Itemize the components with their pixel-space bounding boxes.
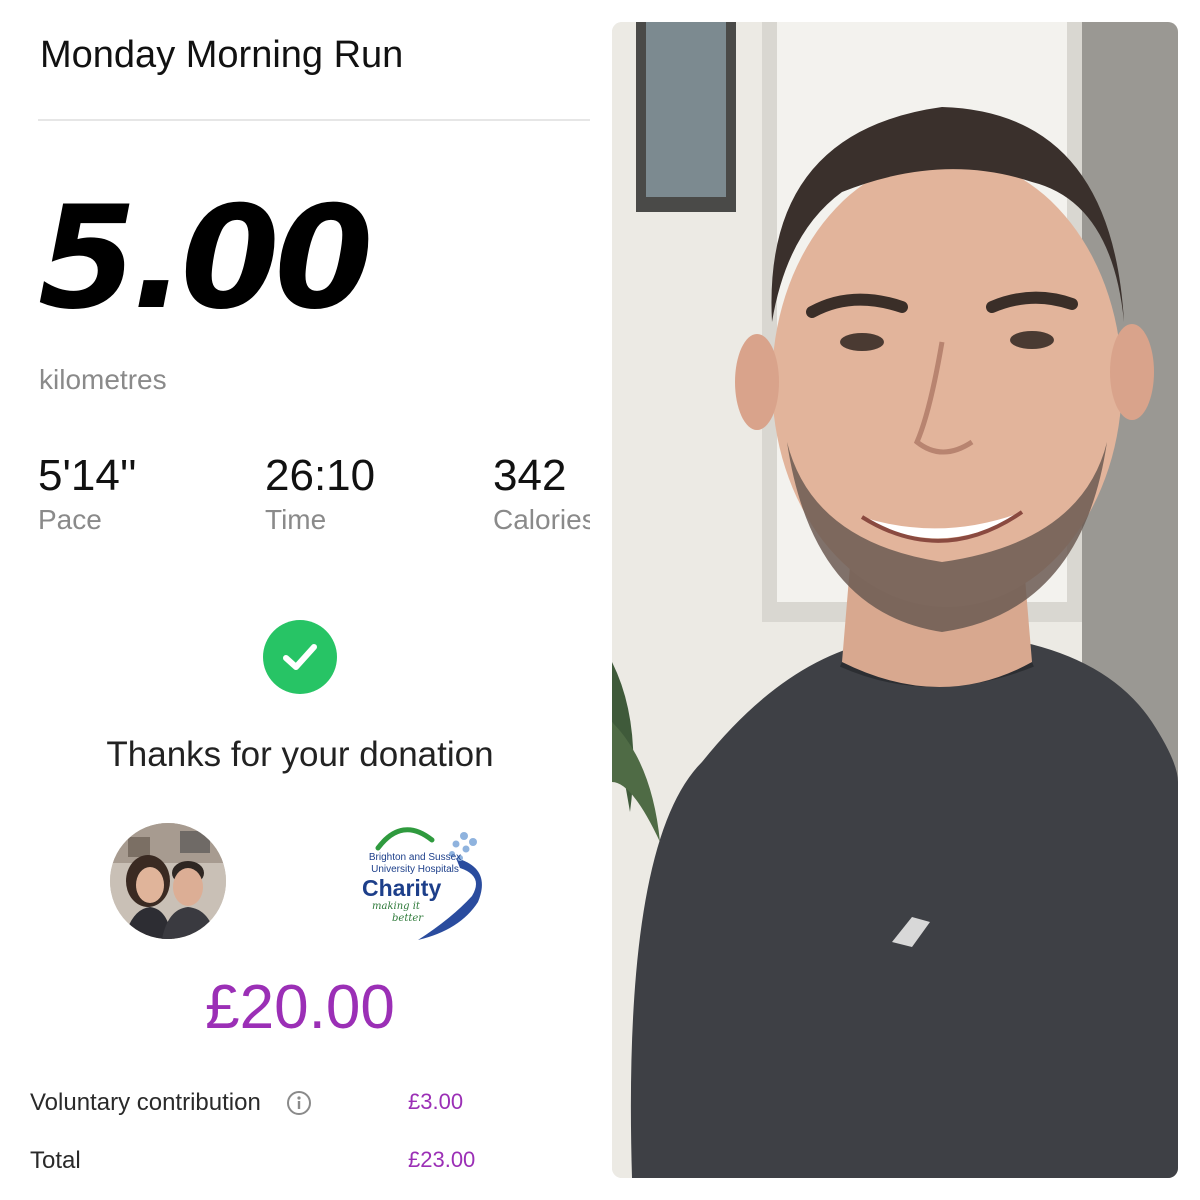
total-row: Total £23.00 <box>30 1147 500 1183</box>
stat-time-label: Time <box>265 504 327 535</box>
total-label: Total <box>30 1147 81 1174</box>
stat-calories: 342 Calories <box>493 450 590 538</box>
distance-unit: kilometres <box>39 364 167 395</box>
info-icon[interactable] <box>286 1090 312 1121</box>
run-summary-panel: Monday Morning Run 5.00 kilometres 5'14'… <box>0 0 600 1200</box>
thanks-message: Thanks for your donation <box>106 735 494 774</box>
stat-time: 26:10 Time <box>265 450 375 538</box>
donation-amount: £20.00 <box>205 973 395 1042</box>
charity-name: Charity <box>362 875 442 901</box>
stat-pace-label: Pace <box>38 504 102 535</box>
avatar <box>110 823 226 939</box>
charity-tagline-1: making it <box>372 901 420 912</box>
stat-pace: 5'14'' Pace <box>38 450 137 538</box>
stat-calories-label: Calories <box>493 504 590 535</box>
stat-calories-value: 342 <box>493 451 567 500</box>
distance-value: 5.00 <box>38 176 373 341</box>
voluntary-contribution-value: £3.00 <box>408 1089 464 1114</box>
total-value: £23.00 <box>408 1147 476 1172</box>
run-title: Monday Morning Run <box>40 34 404 76</box>
divider <box>38 119 590 121</box>
charity-tagline-2: better <box>392 913 424 924</box>
check-circle-icon <box>263 620 337 694</box>
stat-pace-value: 5'14'' <box>38 451 137 500</box>
charity-logo: Brighton and Sussex University Hospitals… <box>360 818 495 943</box>
runner-photo <box>612 22 1178 1178</box>
voluntary-contribution-label: Voluntary contribution <box>30 1089 261 1116</box>
charity-line1: Brighton and Sussex <box>368 852 462 863</box>
voluntary-contribution-row: Voluntary contribution £3.00 <box>30 1089 500 1125</box>
run-stats: 5'14'' Pace 26:10 Time 342 Calories <box>0 450 590 540</box>
stat-time-value: 26:10 <box>265 451 376 500</box>
